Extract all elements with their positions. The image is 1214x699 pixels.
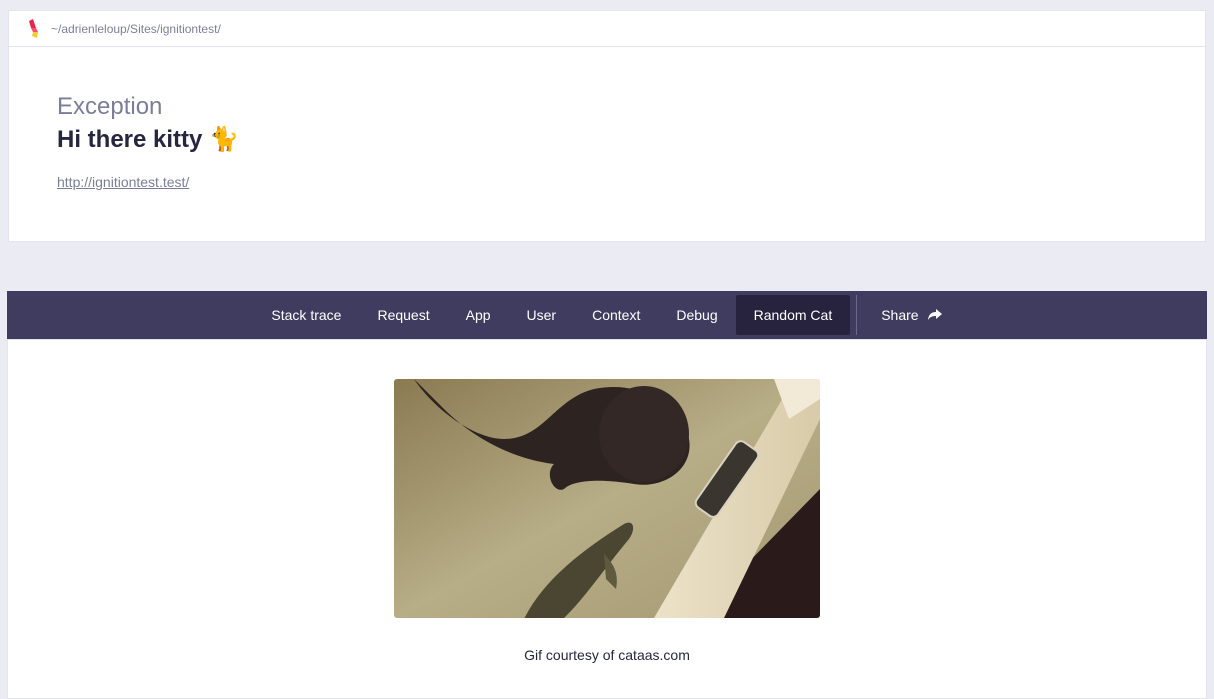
tab-user[interactable]: User xyxy=(509,295,575,335)
tab-random-cat[interactable]: Random Cat xyxy=(735,295,851,335)
tab-navigation: Stack trace Request App User Context Deb… xyxy=(7,291,1207,339)
exception-header: Exception Hi there kitty 🐈 http://igniti… xyxy=(8,47,1206,242)
tab-stack-trace[interactable]: Stack trace xyxy=(253,295,359,335)
random-cat-panel: Gif courtesy of cataas.com xyxy=(7,339,1207,699)
tab-request[interactable]: Request xyxy=(359,295,447,335)
top-bar: ~/adrienleloup/Sites/ignitiontest/ xyxy=(8,10,1206,47)
share-button[interactable]: Share xyxy=(863,295,960,335)
tab-debug[interactable]: Debug xyxy=(658,295,735,335)
ignition-logo-icon xyxy=(27,18,41,39)
cat-gif-image xyxy=(394,379,820,618)
exception-class: Exception xyxy=(57,93,163,120)
project-path: ~/adrienleloup/Sites/ignitiontest/ xyxy=(51,21,221,36)
tab-context[interactable]: Context xyxy=(574,295,658,335)
exception-message: Hi there kitty 🐈 xyxy=(57,126,239,153)
tab-divider xyxy=(856,295,858,335)
tab-app[interactable]: App xyxy=(448,295,509,335)
share-label: Share xyxy=(881,307,919,323)
gif-caption: Gif courtesy of cataas.com xyxy=(524,647,690,663)
share-arrow-icon xyxy=(927,309,942,320)
request-url-link[interactable]: http://ignitiontest.test/ xyxy=(57,174,189,190)
